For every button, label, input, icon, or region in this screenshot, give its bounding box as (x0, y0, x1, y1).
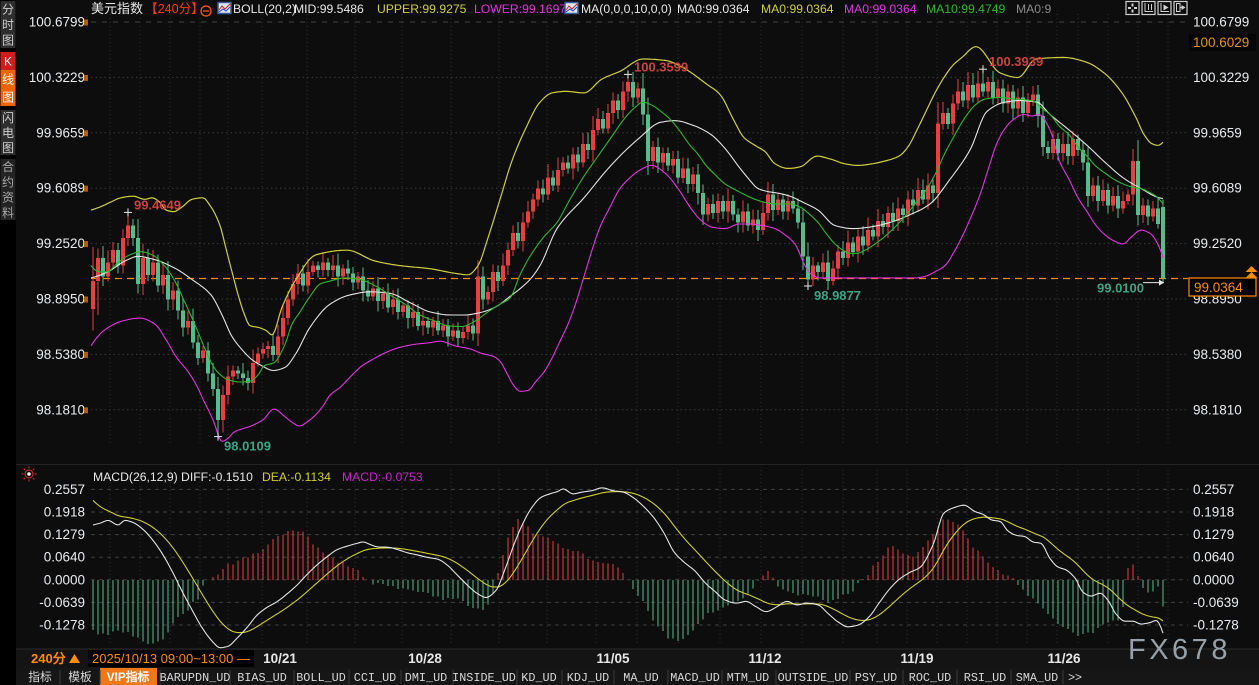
svg-text:100.6029: 100.6029 (1193, 35, 1249, 50)
svg-text:MID:99.5486: MID:99.5486 (294, 2, 364, 16)
svg-text:KDJ_UD: KDJ_UD (567, 671, 609, 685)
svg-text:99.2520: 99.2520 (1193, 236, 1242, 251)
svg-text:RSI_UD: RSI_UD (964, 671, 1006, 685)
svg-text:ROC_UD: ROC_UD (909, 671, 951, 685)
svg-text:【240分】: 【240分】 (145, 2, 204, 16)
svg-text:CCI_UD: CCI_UD (354, 671, 396, 685)
svg-text:指标: 指标 (28, 670, 52, 684)
svg-text:2025/10/13 09:00~13:00 —: 2025/10/13 09:00~13:00 — (92, 651, 250, 666)
svg-text:0.0000: 0.0000 (44, 572, 85, 587)
svg-text:UPPER:99.9275: UPPER:99.9275 (377, 2, 467, 16)
svg-text:MACD(26,12,9) DIFF:-0.1510: MACD(26,12,9) DIFF:-0.1510 (93, 470, 253, 484)
svg-text:BARUPDN_UD: BARUPDN_UD (160, 671, 231, 685)
svg-text:99.6089: 99.6089 (1193, 181, 1242, 196)
svg-text:98.5380: 98.5380 (36, 347, 85, 362)
svg-text:MACD:-0.0753: MACD:-0.0753 (342, 470, 423, 484)
svg-text:模板: 模板 (68, 670, 92, 684)
svg-text:99.9659: 99.9659 (1193, 125, 1242, 140)
svg-text:11/26: 11/26 (1047, 651, 1081, 666)
svg-text:线: 线 (2, 73, 14, 87)
svg-text:闪: 闪 (2, 111, 14, 125)
svg-text:图: 图 (2, 91, 14, 105)
svg-text:MA10:99.4749: MA10:99.4749 (926, 2, 1006, 16)
svg-text:99.6089: 99.6089 (36, 181, 85, 196)
svg-text:SMA_UD: SMA_UD (1016, 671, 1058, 685)
svg-text:MA0:9: MA0:9 (1016, 2, 1051, 16)
svg-text:MA0:99.0364: MA0:99.0364 (677, 2, 750, 16)
svg-text:10/28: 10/28 (408, 651, 442, 666)
svg-text:98.9877: 98.9877 (814, 288, 861, 303)
svg-text:0.0640: 0.0640 (44, 550, 85, 565)
svg-text:约: 约 (2, 174, 14, 189)
svg-text:99.9659: 99.9659 (36, 125, 85, 140)
svg-text:98.5380: 98.5380 (1193, 347, 1242, 362)
svg-text:0.0000: 0.0000 (1193, 572, 1234, 587)
svg-text:0.2557: 0.2557 (1193, 482, 1234, 497)
svg-text:BOLL(20,2): BOLL(20,2) (233, 2, 296, 16)
svg-text:0.2557: 0.2557 (44, 482, 85, 497)
svg-text:11/19: 11/19 (900, 651, 933, 666)
svg-text:100.6799: 100.6799 (1193, 15, 1249, 30)
svg-text:合: 合 (2, 159, 14, 174)
svg-text:98.1810: 98.1810 (36, 402, 85, 417)
svg-text:99.2520: 99.2520 (36, 236, 85, 251)
svg-text:MA_UD: MA_UD (623, 671, 658, 685)
svg-text:0.1918: 0.1918 (44, 505, 85, 520)
svg-text:LOWER:99.1697: LOWER:99.1697 (474, 2, 566, 16)
svg-text:0.1279: 0.1279 (44, 527, 85, 542)
svg-text:-0.1278: -0.1278 (1193, 618, 1239, 633)
svg-text:时: 时 (2, 18, 14, 32)
svg-text:INSIDE_UD: INSIDE_UD (452, 671, 516, 685)
svg-text:MA(0,0,0,10,0,0): MA(0,0,0,10,0,0) (581, 2, 672, 16)
svg-text:BIAS_UD: BIAS_UD (237, 671, 287, 685)
svg-text:11/12: 11/12 (748, 651, 781, 666)
svg-text:MACD_UD: MACD_UD (670, 671, 720, 685)
svg-text:-0.1278: -0.1278 (39, 618, 85, 633)
svg-text:11/05: 11/05 (596, 651, 630, 666)
svg-text:分: 分 (2, 2, 14, 16)
svg-text:资: 资 (2, 191, 14, 205)
svg-text:MTM_UD: MTM_UD (727, 671, 769, 685)
svg-text:PSY_UD: PSY_UD (855, 671, 897, 685)
svg-text:VIP指标: VIP指标 (107, 670, 150, 684)
svg-text:>>: >> (1068, 670, 1082, 684)
svg-text:料: 料 (2, 206, 14, 220)
svg-text:98.0109: 98.0109 (224, 439, 271, 454)
svg-text:K: K (4, 55, 12, 69)
svg-text:0.1279: 0.1279 (1193, 527, 1234, 542)
svg-text:99.4649: 99.4649 (134, 197, 181, 212)
svg-text:DEA:-0.1134: DEA:-0.1134 (262, 470, 331, 484)
svg-text:FX678: FX678 (1128, 634, 1231, 666)
svg-text:美元指数: 美元指数 (91, 1, 143, 16)
svg-text:100.3229: 100.3229 (1193, 70, 1249, 85)
svg-text:0.1918: 0.1918 (1193, 505, 1234, 520)
svg-text:-0.0639: -0.0639 (39, 595, 85, 610)
svg-text:-0.0639: -0.0639 (1193, 595, 1239, 610)
svg-text:100.3229: 100.3229 (29, 70, 85, 85)
svg-text:电: 电 (2, 126, 14, 140)
svg-text:KD_UD: KD_UD (521, 671, 556, 685)
svg-text:240分: 240分 (31, 651, 66, 666)
svg-text:98.1810: 98.1810 (1193, 402, 1242, 417)
svg-text:DMI_UD: DMI_UD (405, 671, 447, 685)
svg-text:MA0:99.0364: MA0:99.0364 (844, 2, 917, 16)
svg-text:图: 图 (2, 34, 14, 48)
svg-text:OUTSIDE_UD: OUTSIDE_UD (778, 671, 849, 685)
svg-text:100.3939: 100.3939 (989, 54, 1043, 69)
svg-text:0.0640: 0.0640 (1193, 550, 1234, 565)
svg-text:99.0100: 99.0100 (1097, 281, 1144, 296)
svg-text:99.0364: 99.0364 (1194, 280, 1243, 295)
svg-text:100.3599: 100.3599 (634, 59, 688, 74)
svg-text:100.6799: 100.6799 (29, 15, 85, 30)
svg-text:BOLL_UD: BOLL_UD (296, 671, 346, 685)
svg-text:10/21: 10/21 (263, 651, 297, 666)
svg-text:图: 图 (2, 141, 14, 155)
svg-text:98.8950: 98.8950 (36, 292, 85, 307)
svg-text:MA0:99.0364: MA0:99.0364 (761, 2, 834, 16)
